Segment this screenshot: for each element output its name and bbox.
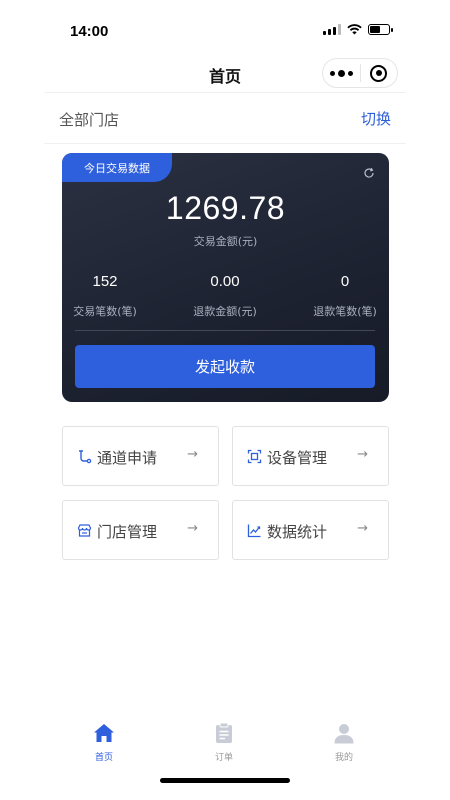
refresh-icon[interactable] <box>363 167 375 179</box>
menu-tile-label: 门店管理 <box>97 523 158 541</box>
card-divider <box>75 330 375 331</box>
chart-icon <box>247 524 261 538</box>
stat-refund-count: 0 退款笔数(笔) <box>290 273 389 319</box>
target-icon <box>370 64 388 82</box>
transaction-amount-label: 交易金额(元) <box>193 235 258 248</box>
tab-label: 订单 <box>214 753 233 763</box>
signal-icon <box>323 24 341 35</box>
stat-value: 152 <box>92 273 118 290</box>
menu-tile-device-management[interactable]: 设备管理 → <box>232 426 389 486</box>
battery-icon <box>368 24 393 35</box>
stats-tag: 今日交易数据 <box>62 153 172 182</box>
user-icon <box>334 724 354 744</box>
status-icons <box>323 24 393 35</box>
menu-tile-data-statistics[interactable]: 数据统计 → <box>232 500 389 560</box>
arrow-right-icon: → <box>357 521 368 536</box>
tab-label: 首页 <box>94 753 113 763</box>
status-time: 14:00 <box>70 23 109 40</box>
stat-label: 交易笔数(笔) <box>73 305 137 318</box>
status-bar: 14:00 <box>0 0 450 58</box>
arrow-right-icon: → <box>187 447 198 462</box>
channel-icon <box>79 450 92 464</box>
transaction-amount: 1269.78 <box>165 190 286 226</box>
arrow-right-icon: → <box>187 521 198 536</box>
clipboard-icon <box>216 722 232 743</box>
more-button[interactable] <box>323 59 360 87</box>
menu-tile-channel-application[interactable]: 通道申请 → <box>62 426 219 486</box>
tab-home[interactable]: 首页 <box>74 722 134 763</box>
menu-tile-label: 数据统计 <box>267 523 328 541</box>
menu-tile-store-management[interactable]: 门店管理 → <box>62 500 219 560</box>
nav-bar: 首页 <box>0 58 450 90</box>
stat-value: 0 <box>340 273 350 290</box>
tab-bar: 首页 订单 我的 <box>0 716 450 766</box>
stat-label: 退款笔数(笔) <box>313 305 377 318</box>
switch-store-link[interactable]: 切换 <box>361 108 391 129</box>
sub-stats: 152 交易笔数(笔) 0.00 退款金额(元) 0 退款笔数(笔) <box>62 273 389 318</box>
tab-mine[interactable]: 我的 <box>314 722 374 763</box>
store-icon <box>77 524 92 537</box>
close-miniapp-button[interactable] <box>361 59 398 87</box>
stat-refund-amount: 0.00 退款金额(元) <box>170 273 280 319</box>
home-icon <box>94 724 114 742</box>
stat-label: 退款金额(元) <box>193 305 257 318</box>
home-indicator <box>160 778 290 783</box>
today-stats-card: 今日交易数据 1269.78 交易金额(元) 152 交易笔数(笔) 0.00 … <box>62 153 389 402</box>
miniapp-capsule <box>322 58 398 88</box>
stat-value: 0.00 <box>210 273 240 290</box>
menu-tile-label: 设备管理 <box>267 449 328 467</box>
wifi-icon <box>347 24 362 35</box>
tab-label: 我的 <box>334 753 353 763</box>
store-name: 全部门店 <box>59 111 120 129</box>
menu-tile-label: 通道申请 <box>97 449 158 467</box>
stat-transaction-count: 152 交易笔数(笔) <box>62 273 160 319</box>
store-selector-row: 全部门店 切换 <box>44 92 406 144</box>
tab-orders[interactable]: 订单 <box>194 722 254 763</box>
start-collection-button[interactable]: 发起收款 <box>75 345 375 388</box>
more-dots-icon <box>329 69 353 77</box>
device-icon <box>247 449 262 464</box>
arrow-right-icon: → <box>357 447 368 462</box>
